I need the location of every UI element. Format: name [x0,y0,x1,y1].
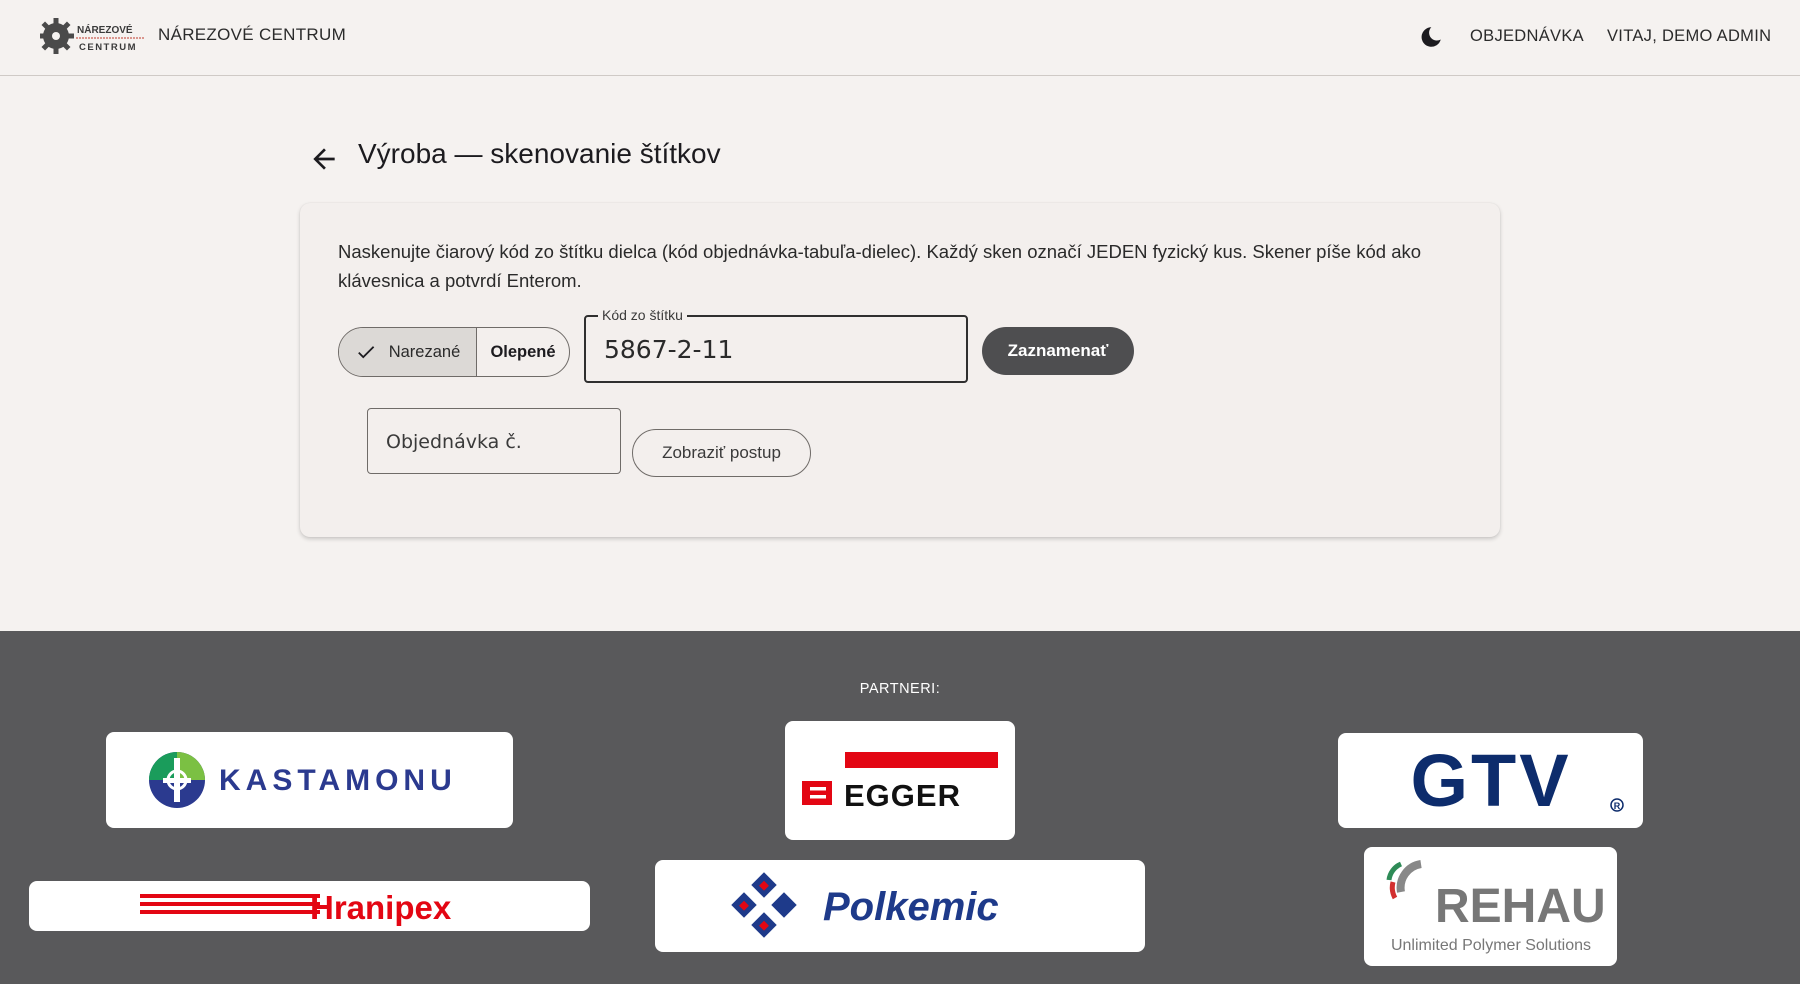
mode-glued-button[interactable]: Olepené [477,328,569,376]
moon-icon[interactable] [1418,24,1444,50]
record-button[interactable]: Zaznamenať [982,327,1134,375]
svg-text:CENTRUM: CENTRUM [79,42,137,53]
nav-order-link[interactable]: OBJEDNÁVKA [1470,27,1584,46]
brand-logo[interactable]: NÁREZOVÉ CENTRUM [40,14,148,58]
svg-text:EGGER: EGGER [844,778,961,813]
svg-text:GTV: GTV [1410,741,1571,821]
partners-footer: PARTNERI: KASTAMONU EGGER GTV R Hranipex… [0,631,1800,984]
label-code-label: Kód zo štítku [598,307,687,323]
order-number-field [367,408,621,474]
svg-text:Unlimited Polymer Solutions: Unlimited Polymer Solutions [1390,937,1590,954]
partner-logo-gtv[interactable]: GTV R [1338,733,1643,828]
partner-logo-rehau[interactable]: REHAU Unlimited Polymer Solutions [1364,847,1617,966]
check-icon [357,346,374,359]
show-progress-button[interactable]: Zobraziť postup [632,429,811,477]
partner-logo-egger[interactable]: EGGER [785,721,1015,840]
page-title: Výroba — skenovanie štítkov [358,138,721,169]
mode-cut-button[interactable]: Narezané [339,328,477,376]
mode-cut-label: Narezané [388,342,461,361]
scan-instructions: Naskenujte čiarový kód zo štítku dielca … [338,241,1422,291]
svg-text:KASTAMONU: KASTAMONU [219,764,457,797]
svg-text:R: R [1613,801,1620,811]
mode-glued-label: Olepené [490,342,556,361]
svg-text:Hranipex: Hranipex [310,889,452,926]
top-app-bar: NÁREZOVÉ CENTRUM NÁREZOVÉ CENTRUM OBJEDN… [0,0,1800,76]
svg-text:NÁREZOVÉ: NÁREZOVÉ [77,23,133,36]
partners-label: PARTNERI: [859,681,941,697]
partner-logo-hranipex[interactable]: Hranipex [29,881,590,931]
brand-title[interactable]: NÁREZOVÉ CENTRUM [158,25,346,45]
label-code-field: Kód zo štítku [584,307,968,383]
order-number-input[interactable] [386,427,606,457]
mode-toggle: Narezané Olepené [338,327,570,377]
svg-text:REHAU: REHAU [1435,880,1606,933]
arrow-left-icon[interactable] [308,143,340,175]
svg-text:Polkemic: Polkemic [823,885,999,929]
scan-card: Naskenujte čiarový kód zo štítku dielca … [300,203,1500,537]
label-code-input[interactable] [604,331,944,367]
user-menu[interactable]: VITAJ, DEMO ADMIN [1607,27,1771,46]
partner-logo-kastamonu[interactable]: KASTAMONU [106,732,513,828]
partner-logo-polkemic[interactable]: Polkemic [655,860,1145,952]
